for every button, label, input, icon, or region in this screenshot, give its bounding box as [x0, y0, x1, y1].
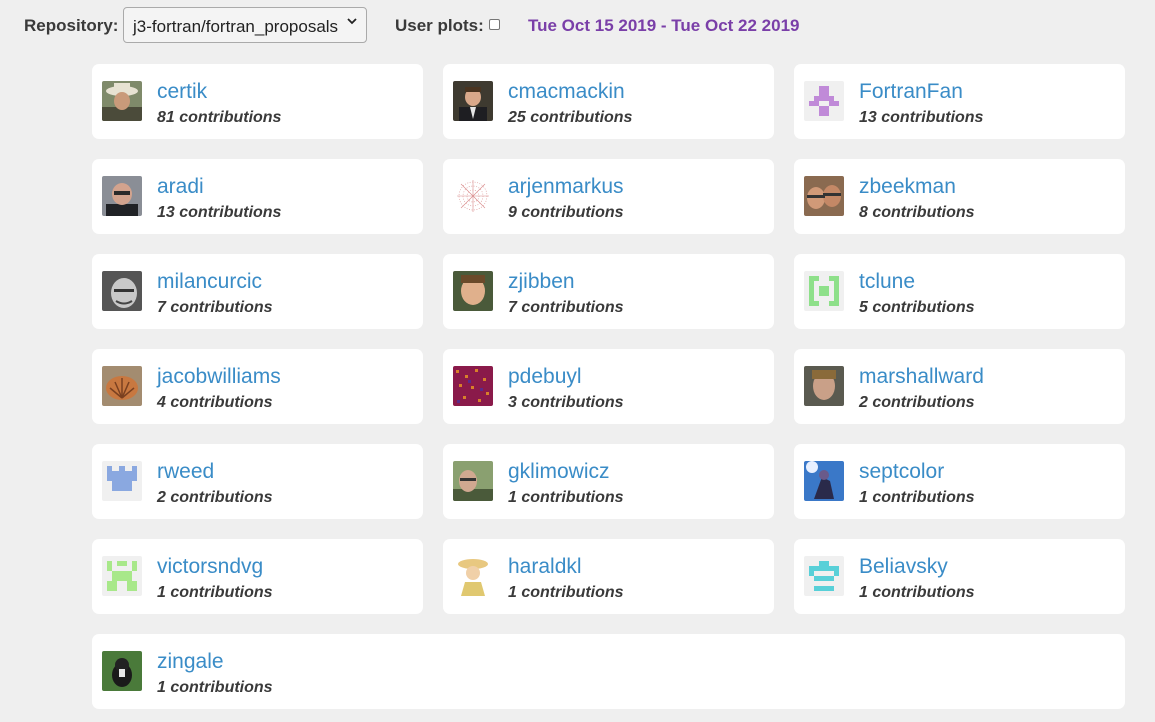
contribution-count: 2 contributions [859, 394, 975, 411]
contributor-card: FortranFan 13 contributions [794, 64, 1125, 139]
contributor-name[interactable]: Beliavsky [859, 555, 948, 579]
avatar[interactable] [453, 176, 493, 216]
contributor-card: tclune 5 contributions [794, 254, 1125, 329]
contributor-card: aradi 13 contributions [92, 159, 423, 234]
contributor-card: zbeekman 8 contributions [794, 159, 1125, 234]
contributor-name[interactable]: pdebuyl [508, 365, 582, 389]
contribution-count: 7 contributions [508, 299, 624, 316]
avatar[interactable] [102, 271, 142, 311]
contributor-name[interactable]: zjibben [508, 270, 575, 294]
contributor-name[interactable]: jacobwilliams [157, 365, 281, 389]
avatar[interactable] [453, 461, 493, 501]
contribution-count: 2 contributions [157, 489, 273, 506]
avatar[interactable] [804, 366, 844, 406]
contributor-card: milancurcic 7 contributions [92, 254, 423, 329]
contributor-card: jacobwilliams 4 contributions [92, 349, 423, 424]
repository-label: Repository: [24, 16, 119, 35]
contribution-count: 9 contributions [508, 204, 624, 221]
avatar[interactable] [453, 366, 493, 406]
contribution-count: 13 contributions [859, 109, 984, 126]
contributor-name[interactable]: marshallward [859, 365, 984, 389]
contributor-name[interactable]: arjenmarkus [508, 175, 624, 199]
user-plots-checkbox[interactable] [489, 19, 500, 30]
toolbar: Repository: j3-fortran/fortran_proposals… [0, 0, 1155, 52]
contributor-name[interactable]: certik [157, 80, 207, 104]
avatar[interactable] [804, 556, 844, 596]
avatar[interactable] [102, 366, 142, 406]
contribution-count: 13 contributions [157, 204, 282, 221]
contributor-name[interactable]: rweed [157, 460, 214, 484]
contribution-count: 81 contributions [157, 109, 282, 126]
avatar[interactable] [804, 461, 844, 501]
contributor-name[interactable]: zbeekman [859, 175, 956, 199]
contribution-count: 25 contributions [508, 109, 633, 126]
contribution-count: 5 contributions [859, 299, 975, 316]
avatar[interactable] [453, 556, 493, 596]
contribution-count: 1 contributions [859, 584, 975, 601]
contributor-name[interactable]: zingale [157, 650, 224, 674]
contribution-count: 1 contributions [157, 679, 273, 696]
avatar[interactable] [804, 176, 844, 216]
avatar[interactable] [453, 81, 493, 121]
repository-select-value: j3-fortran/fortran_proposals [133, 17, 339, 36]
contribution-count: 4 contributions [157, 394, 273, 411]
contribution-count: 1 contributions [859, 489, 975, 506]
contributor-card: victorsndvg 1 contributions [92, 539, 423, 614]
contributor-card: zingale 1 contributions [92, 634, 1125, 709]
avatar[interactable] [102, 651, 142, 691]
contributor-card: cmacmackin 25 contributions [443, 64, 774, 139]
chevron-down-icon [347, 18, 357, 25]
contribution-count: 1 contributions [508, 489, 624, 506]
contributor-name[interactable]: tclune [859, 270, 915, 294]
contributor-name[interactable]: septcolor [859, 460, 944, 484]
contributor-card: zjibben 7 contributions [443, 254, 774, 329]
contribution-count: 1 contributions [508, 584, 624, 601]
contributor-name[interactable]: FortranFan [859, 80, 963, 104]
contribution-count: 1 contributions [157, 584, 273, 601]
avatar[interactable] [453, 271, 493, 311]
contributor-name[interactable]: haraldkl [508, 555, 582, 579]
avatar[interactable] [804, 271, 844, 311]
contributor-card: rweed 2 contributions [92, 444, 423, 519]
avatar[interactable] [102, 81, 142, 121]
avatar[interactable] [102, 556, 142, 596]
contributor-card: septcolor 1 contributions [794, 444, 1125, 519]
contribution-count: 3 contributions [508, 394, 624, 411]
contributor-card: haraldkl 1 contributions [443, 539, 774, 614]
contributor-name[interactable]: cmacmackin [508, 80, 625, 104]
repository-select[interactable]: j3-fortran/fortran_proposals [123, 7, 367, 43]
contribution-count: 8 contributions [859, 204, 975, 221]
avatar[interactable] [804, 81, 844, 121]
date-range: Tue Oct 15 2019 - Tue Oct 22 2019 [528, 16, 800, 35]
contributor-card: Beliavsky 1 contributions [794, 539, 1125, 614]
contributor-name[interactable]: aradi [157, 175, 204, 199]
contributor-card: marshallward 2 contributions [794, 349, 1125, 424]
avatar[interactable] [102, 176, 142, 216]
user-plots-label: User plots: [395, 16, 484, 35]
contributor-card: pdebuyl 3 contributions [443, 349, 774, 424]
contributor-card: gklimowicz 1 contributions [443, 444, 774, 519]
contributor-name[interactable]: victorsndvg [157, 555, 263, 579]
contributor-name[interactable]: gklimowicz [508, 460, 610, 484]
contributor-card: certik 81 contributions [92, 64, 423, 139]
contributor-name[interactable]: milancurcic [157, 270, 262, 294]
avatar[interactable] [102, 461, 142, 501]
contribution-count: 7 contributions [157, 299, 273, 316]
contributor-card: arjenmarkus 9 contributions [443, 159, 774, 234]
